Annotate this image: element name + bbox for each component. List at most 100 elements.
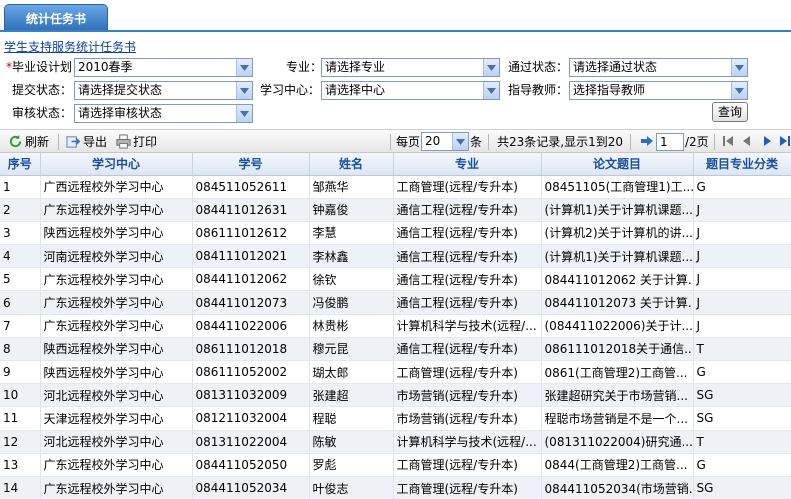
export-icon (66, 136, 81, 148)
table-row[interactable]: 7 广东远程校外学习中心 084411022006 林贵彬 计算机科学与技术(远程/..… (0, 314, 791, 338)
column-header[interactable]: 学号 (192, 153, 310, 176)
table-cell: 12 (0, 430, 41, 454)
column-header[interactable]: 专业 (393, 153, 542, 176)
table-cell: (084411022006)关于计... (541, 314, 694, 338)
page-number-input[interactable]: 1 (656, 133, 684, 151)
chevron-down-icon[interactable] (452, 133, 468, 150)
table-cell: 陕西远程校外学习中心 (40, 221, 193, 246)
pass-status-select[interactable]: 请选择通过状态 (569, 58, 748, 77)
table-cell: 通信工程(远程/专升本) (393, 244, 542, 269)
chevron-down-icon[interactable] (236, 105, 252, 122)
column-header[interactable]: 题目专业分类 (693, 153, 791, 176)
table-cell: 李慧 (309, 221, 394, 246)
table-cell: 086111012612 (192, 221, 310, 246)
table-row[interactable]: 8 陕西远程校外学习中心 086111012018 穆元昆 通信工程(远程/专升本) 08… (0, 337, 791, 362)
page-title-link[interactable]: 学生支持服务统计任务书 (4, 38, 136, 55)
table-row[interactable]: 13 广东远程校外学习中心 084411052050 罗彪 工商管理(远程/专升本) 08… (0, 453, 791, 477)
chevron-down-icon[interactable] (731, 59, 747, 76)
next-page-icon[interactable] (760, 134, 774, 148)
pass-status-label: 通过状态： (508, 60, 569, 74)
column-header[interactable]: 学习中心 (40, 153, 193, 176)
table-cell: 广东远程校外学习中心 (40, 267, 193, 292)
table-row[interactable]: 5 广东远程校外学习中心 084411012062 徐钦 通信工程(远程/专升本) 084… (0, 267, 791, 292)
per-page-suffix: 条 (470, 135, 483, 149)
table-row[interactable]: 1 广西远程校外学习中心 084511052611 邹燕华 工商管理(远程/专升本) 08… (0, 175, 791, 199)
table-cell: 086111012018关于通信... (541, 337, 694, 362)
table-row[interactable]: 14 广东远程校外学习中心 084411052034 叶俊志 工商管理(远程/专升本) 0… (0, 476, 791, 499)
go-page-arrow-icon[interactable] (640, 134, 654, 148)
first-page-icon[interactable] (721, 134, 735, 148)
table-cell: 8 (0, 337, 41, 362)
table-row[interactable]: 2 广东远程校外学习中心 084411012631 钟嘉俊 通信工程(远程/专升本) (计… (0, 198, 791, 222)
print-button[interactable]: 打印 (116, 130, 157, 153)
column-header[interactable]: 序号 (0, 153, 41, 176)
table-cell: 084411022006 (192, 314, 310, 338)
table-cell: 罗彪 (309, 453, 394, 477)
table-cell: 工商管理(远程/专升本) (393, 476, 542, 499)
chevron-down-icon[interactable] (731, 82, 747, 99)
table-header-row: 序号 学习中心 学号 姓名 专业 论文题目 题目专业分类 (0, 153, 791, 176)
column-header[interactable]: 论文题目 (541, 153, 694, 176)
table-cell: 14 (0, 476, 41, 499)
table-cell: 通信工程(远程/专升本) (393, 198, 542, 222)
last-page-icon[interactable] (778, 134, 791, 148)
table-cell: 市场营销(远程/专升本) (393, 406, 542, 431)
table-cell: 广东远程校外学习中心 (40, 198, 193, 222)
table-cell: 084411012631 (192, 198, 310, 222)
table-cell: 张建超研究关于市场营销... (541, 383, 694, 408)
chevron-down-icon[interactable] (483, 59, 499, 76)
table-cell: 通信工程(远程/专升本) (393, 290, 542, 315)
table-cell: 市场营销(远程/专升本) (393, 383, 542, 408)
table-cell: 5 (0, 267, 41, 292)
table-cell: 叶俊志 (309, 476, 394, 499)
table-cell: 13 (0, 453, 41, 477)
study-center-select[interactable]: 请选择中心 (321, 81, 500, 100)
table-row[interactable]: 9 陕西远程校外学习中心 086111052002 瑚太郎 工商管理(远程/专升本) 08… (0, 360, 791, 385)
table-cell: 084511052611 (192, 175, 310, 199)
review-status-label: 审核状态： (12, 106, 73, 120)
toolbar-divider (630, 134, 631, 150)
table-cell: 3 (0, 221, 41, 246)
record-info: 共23条记录,显示1到20 (497, 135, 623, 149)
table-cell: 穆元昆 (309, 337, 394, 362)
table-cell: 陕西远程校外学习中心 (40, 337, 193, 362)
table-cell: 李林鑫 (309, 244, 394, 269)
table-cell: 冯俊鹏 (309, 290, 394, 315)
chevron-down-icon[interactable] (236, 59, 252, 76)
tab-statistics-task[interactable]: 统计任务书 (4, 4, 108, 31)
chevron-down-icon[interactable] (236, 82, 252, 99)
table-cell: 084411012062 (192, 267, 310, 292)
prev-page-icon[interactable] (740, 134, 754, 148)
export-button[interactable]: 导出 (66, 130, 107, 153)
printer-icon (116, 134, 131, 149)
table-cell: G (693, 453, 791, 477)
table-row[interactable]: 10 河北远程校外学习中心 081311032009 张建超 市场营销(远程/专升本) 张… (0, 383, 791, 408)
table-row[interactable]: 4 河南远程校外学习中心 084111012021 李林鑫 通信工程(远程/专升本) (计… (0, 244, 791, 269)
submit-status-label: 提交状态： (12, 83, 73, 97)
table-cell: 0844(工商管理2)工商管... (541, 453, 694, 477)
chevron-down-icon[interactable] (483, 82, 499, 99)
toolbar-divider (390, 134, 391, 150)
table-cell: J (693, 267, 791, 292)
major-select[interactable]: 请选择专业 (321, 58, 500, 77)
review-status-select[interactable]: 请选择审核状态 (74, 104, 253, 123)
table-row[interactable]: 12 河北远程校外学习中心 081311022004 陈敏 计算机科学与技术(远程/..… (0, 430, 791, 454)
refresh-button[interactable]: 刷新 (8, 130, 49, 153)
query-button[interactable]: 查询 (712, 102, 748, 122)
submit-status-select[interactable]: 请选择提交状态 (74, 81, 253, 100)
table-cell: (计算机1)关于计算机课题... (541, 198, 694, 222)
table-row[interactable]: 6 广东远程校外学习中心 084411012073 冯俊鹏 通信工程(远程/专升本) 08… (0, 290, 791, 315)
table-row[interactable]: 3 陕西远程校外学习中心 086111012612 李慧 通信工程(远程/专升本) (计算… (0, 221, 791, 246)
graduation-plan-select[interactable]: 2010春季 (74, 58, 253, 77)
table-cell: SG (693, 406, 791, 431)
table-cell: 7 (0, 314, 41, 338)
table-cell: 081311022004 (192, 430, 310, 454)
table-cell: 徐钦 (309, 267, 394, 292)
per-page-select[interactable]: 20 (421, 132, 469, 151)
table-row[interactable]: 11 天津远程校外学习中心 081211032004 程聪 市场营销(远程/专升本) 程聪… (0, 406, 791, 431)
column-header[interactable]: 姓名 (309, 153, 394, 176)
advisor-select[interactable]: 选择指导教师 (569, 81, 748, 100)
table-cell: 邹燕华 (309, 175, 394, 199)
table-cell: 2 (0, 198, 41, 222)
table-cell: 084411052050 (192, 453, 310, 477)
